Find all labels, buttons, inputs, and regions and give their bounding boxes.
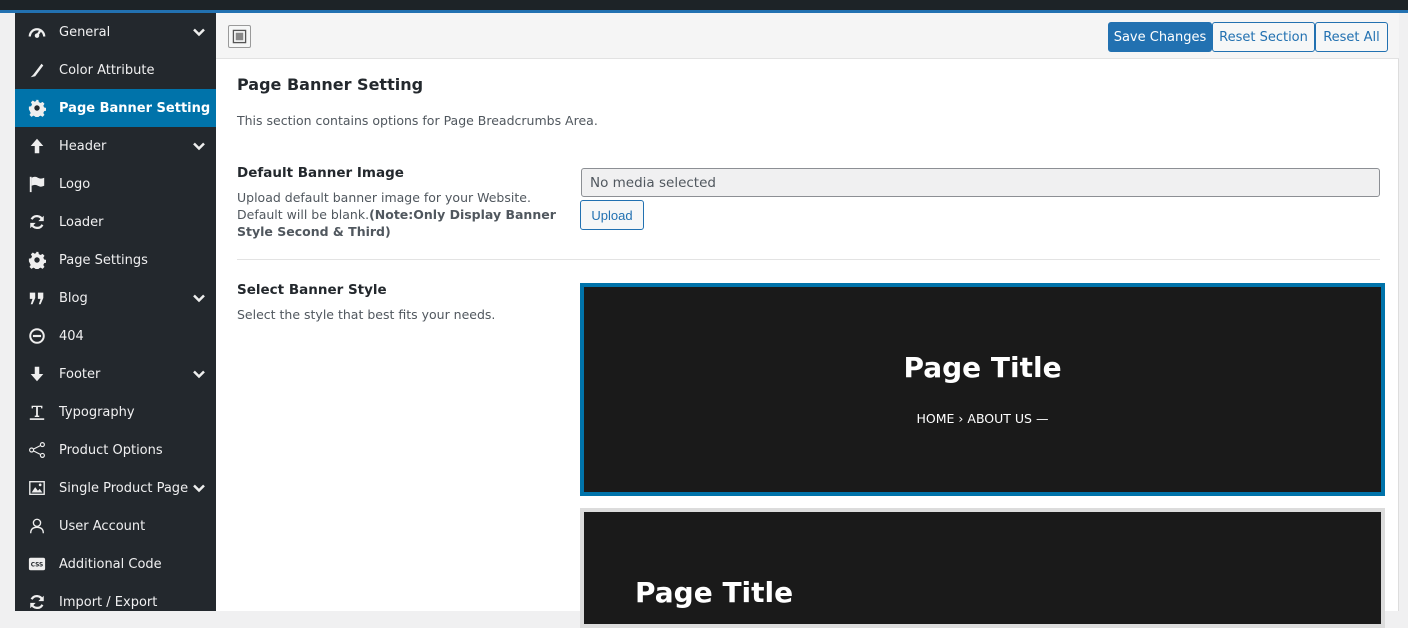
refresh-icon	[27, 592, 47, 611]
upload-button[interactable]: Upload	[580, 200, 644, 230]
sidebar-item-general[interactable]: General	[15, 13, 216, 51]
chevron-down-icon	[193, 484, 205, 493]
sidebar-item-label: Typography	[59, 404, 135, 420]
options-sidebar: General Color Attribute Page Banner Settin…	[15, 13, 216, 611]
sidebar-item-header[interactable]: Header	[15, 127, 216, 165]
sidebar-item-import-export[interactable]: Import / Export	[15, 583, 216, 611]
sidebar-item-label: Page Settings	[59, 252, 148, 268]
arrow-up-icon	[27, 136, 47, 156]
svg-text:CSS: CSS	[31, 563, 44, 569]
sidebar-item-logo[interactable]: Logo	[15, 165, 216, 203]
save-changes-button[interactable]: Save Changes	[1108, 22, 1212, 52]
expand-chevron[interactable]	[192, 481, 206, 495]
quote-icon	[27, 288, 47, 308]
sidebar-item-label: Blog	[59, 290, 88, 306]
expand-options-button[interactable]	[228, 25, 251, 48]
banner-style-title: Select Banner Style	[237, 282, 387, 298]
field-divider	[237, 259, 1380, 260]
sidebar-item-product-options[interactable]: Product Options	[15, 431, 216, 469]
brush-icon	[27, 60, 47, 80]
chevron-down-icon	[193, 294, 205, 303]
sidebar-item-typography[interactable]: Typography	[15, 393, 216, 431]
left-gutter	[0, 13, 15, 611]
sidebar-item-single-product-page[interactable]: Single Product Page	[15, 469, 216, 507]
banner-image-title: Default Banner Image	[237, 165, 404, 181]
chevron-down-icon	[193, 370, 205, 379]
expand-chevron[interactable]	[192, 25, 206, 39]
reset-all-button[interactable]: Reset All	[1315, 22, 1388, 52]
reset-section-button[interactable]: Reset Section	[1212, 22, 1315, 52]
sidebar-item-footer[interactable]: Footer	[15, 355, 216, 393]
panel-layout-icon	[232, 29, 247, 44]
banner-image-description: Upload default banner image for your Web…	[237, 189, 567, 240]
preview-page-title: Page Title	[635, 576, 794, 609]
css-icon: CSS	[27, 554, 47, 574]
sidebar-item-label: Additional Code	[59, 556, 162, 572]
expand-chevron[interactable]	[192, 367, 206, 381]
user-icon	[27, 516, 47, 536]
refresh-icon	[27, 212, 47, 232]
sidebar-item-label: Logo	[59, 176, 91, 192]
section-title: Page Banner Setting	[237, 75, 424, 94]
banner-style-option-2[interactable]: Page Title	[580, 508, 1385, 628]
arrow-down-icon	[27, 364, 47, 384]
sidebar-item-page-settings[interactable]: Page Settings	[15, 241, 216, 279]
sidebar-item-label: Single Product Page	[59, 480, 189, 496]
gear-icon	[27, 98, 47, 118]
sidebar-item-label: 404	[59, 328, 84, 344]
sidebar-item-blog[interactable]: Blog	[15, 279, 216, 317]
sidebar-item-additional-code[interactable]: CSS Additional Code	[15, 545, 216, 583]
sidebar-item-label: User Account	[59, 518, 146, 534]
sidebar-item-user-account[interactable]: User Account	[15, 507, 216, 545]
admin-top-bar	[0, 0, 1408, 10]
chevron-down-icon	[193, 142, 205, 151]
gear-icon	[27, 250, 47, 270]
sidebar-item-color-attribute[interactable]: Color Attribute	[15, 51, 216, 89]
chevron-down-icon	[193, 28, 205, 37]
options-toolbar: Save Changes Reset Section Reset All	[216, 13, 1399, 59]
sidebar-item-label: Header	[59, 138, 107, 154]
sidebar-item-label: Product Options	[59, 442, 163, 458]
expand-chevron[interactable]	[192, 291, 206, 305]
share-icon	[27, 440, 47, 460]
sidebar-item-label: Page Banner Setting	[59, 100, 211, 116]
options-panel: Save Changes Reset Section Reset All Pag…	[216, 13, 1399, 628]
sidebar-item-label: Loader	[59, 214, 104, 230]
flag-icon	[27, 174, 47, 194]
banner-style-option-1[interactable]: Page Title HOME › ABOUT US —	[580, 283, 1385, 496]
preview-page-title: Page Title	[903, 351, 1062, 384]
expand-chevron[interactable]	[192, 139, 206, 153]
image-icon	[27, 478, 47, 498]
sidebar-item-page-banner-setting[interactable]: Page Banner Setting	[15, 89, 216, 127]
sidebar-item-label: Color Attribute	[59, 62, 155, 78]
section-description: This section contains options for Page B…	[237, 113, 598, 128]
media-url-field[interactable]: No media selected	[581, 168, 1380, 197]
sidebar-item-label: General	[59, 24, 111, 40]
text-icon	[27, 402, 47, 422]
sidebar-item-loader[interactable]: Loader	[15, 203, 216, 241]
sidebar-item-label: Footer	[59, 366, 101, 382]
preview-breadcrumb: HOME › ABOUT US —	[916, 411, 1049, 426]
dashboard-icon	[27, 22, 47, 42]
sidebar-item-label: Import / Export	[59, 594, 158, 610]
minus-circle-icon	[27, 326, 47, 346]
banner-style-description: Select the style that best fits your nee…	[237, 307, 496, 322]
sidebar-item-404[interactable]: 404	[15, 317, 216, 355]
